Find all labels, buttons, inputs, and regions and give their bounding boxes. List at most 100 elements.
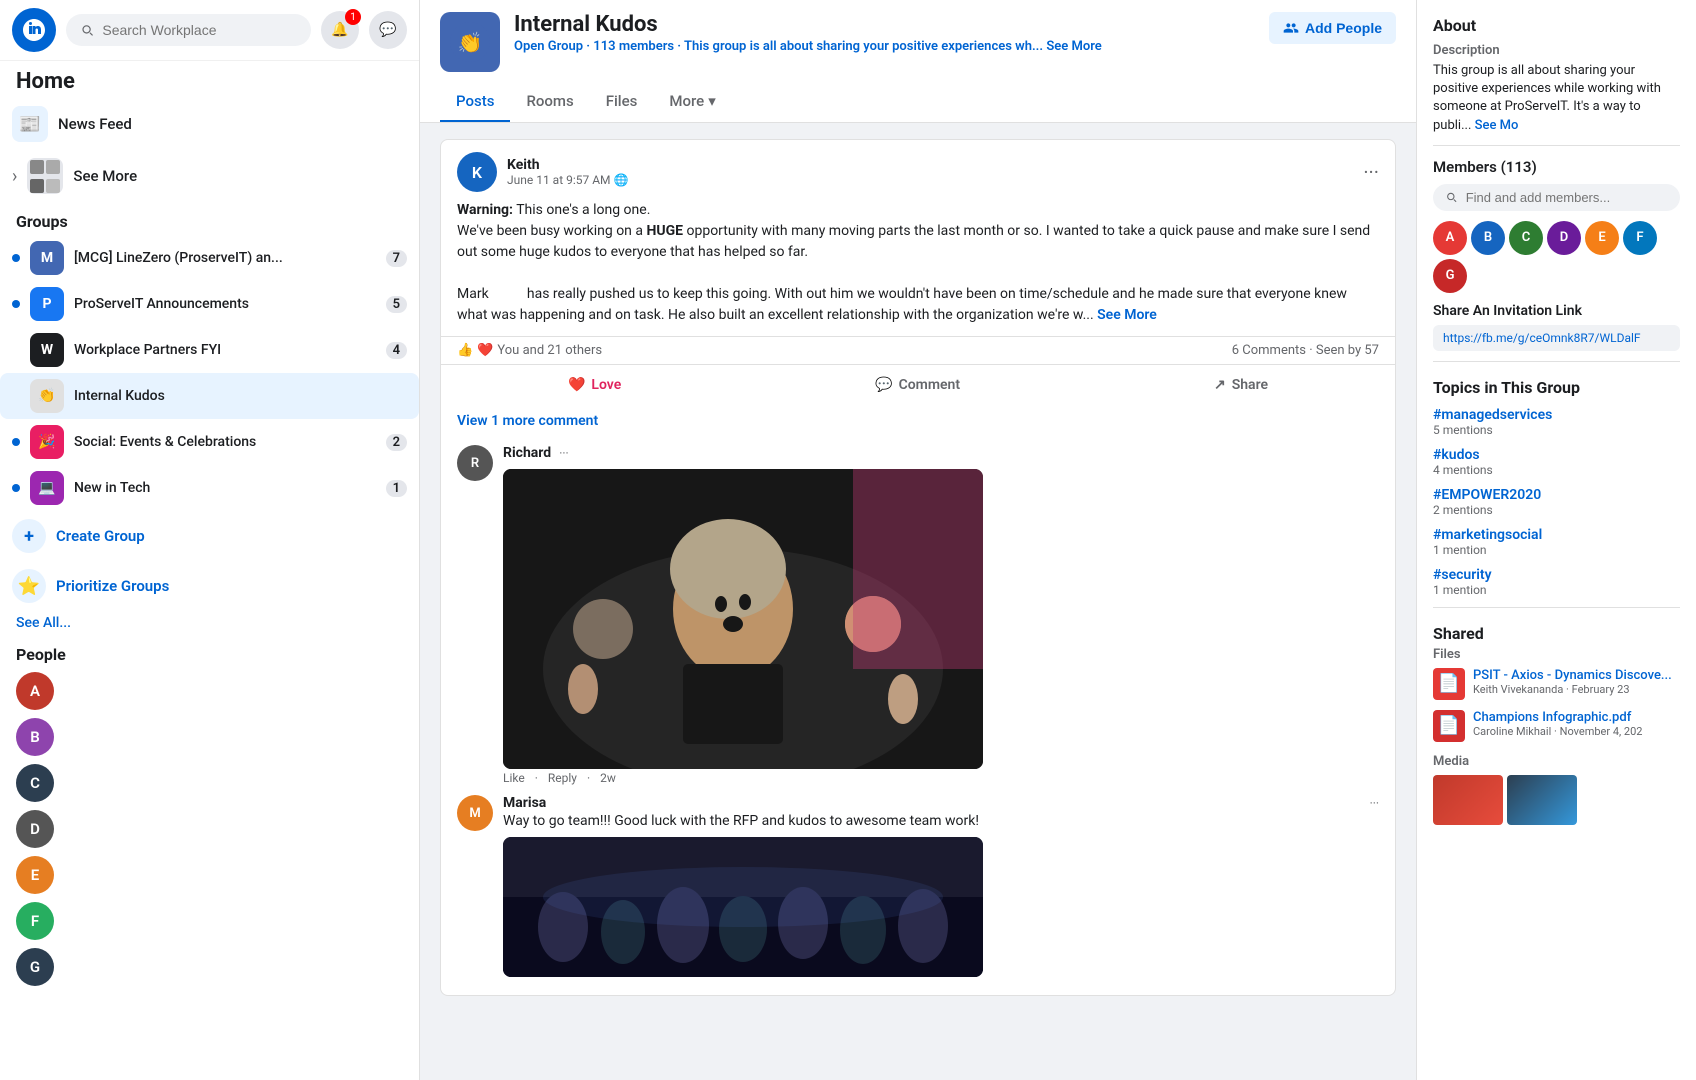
group-item-mcg[interactable]: M [MCG] LineZero (ProserveIT) an... 7 <box>0 235 419 281</box>
search-box[interactable] <box>66 14 311 46</box>
person-row-p4[interactable]: D <box>16 806 403 852</box>
chevron-right-icon: › <box>12 166 17 187</box>
group-name-proserveit: ProServeIT Announcements <box>74 296 376 312</box>
prioritize-icon: ⭐ <box>12 569 46 603</box>
file-item-1[interactable]: 📄 Champions Infographic.pdf Caroline Mik… <box>1433 710 1680 742</box>
topic-mentions-4: 1 mention <box>1433 583 1680 597</box>
comment-btn-label: Comment <box>899 377 960 393</box>
news-feed-label: News Feed <box>58 115 132 133</box>
search-input[interactable] <box>102 22 297 38</box>
groups-title: Groups <box>0 202 419 235</box>
topic-item-3[interactable]: #marketingsocial 1 mention <box>1433 527 1680 557</box>
media-thumbs <box>1433 775 1680 825</box>
prioritize-groups-button[interactable]: ⭐ Prioritize Groups <box>0 561 419 611</box>
file-meta-1: Caroline Mikhail · November 4, 202 <box>1473 725 1642 738</box>
topic-item-1[interactable]: #kudos 4 mentions <box>1433 447 1680 477</box>
like-action[interactable]: Like <box>503 771 525 785</box>
member-avatar-0[interactable]: A <box>1433 221 1467 255</box>
add-people-button[interactable]: Add People <box>1269 12 1396 44</box>
media-thumb-2[interactable] <box>1507 775 1577 825</box>
tab-rooms[interactable]: Rooms <box>510 82 589 122</box>
member-avatar-2[interactable]: C <box>1509 221 1543 255</box>
gif-container <box>503 469 983 769</box>
invite-link-box[interactable]: https://fb.me/g/ceOmnk8R7/WLDalF <box>1433 325 1680 351</box>
group-name-workplace-partners: Workplace Partners FYI <box>74 342 376 358</box>
group-avatar-workplace-partners: W <box>30 333 64 367</box>
topic-tag-0: #managedservices <box>1433 407 1680 423</box>
group-item-social[interactable]: 🎉 Social: Events & Celebrations 2 <box>0 419 419 465</box>
prioritize-label: Prioritize Groups <box>56 577 169 595</box>
person-row-p7[interactable]: G <box>16 944 403 990</box>
see-more-link[interactable]: See More <box>1097 307 1157 323</box>
love-button[interactable]: ❤️ Love <box>552 369 637 401</box>
group-item-workplace-partners[interactable]: W Workplace Partners FYI 4 <box>0 327 419 373</box>
person-row-p5[interactable]: E <box>16 852 403 898</box>
group-item-new-in-tech[interactable]: 💻 New in Tech 1 <box>0 465 419 511</box>
globe-icon: 🌐 <box>614 173 629 187</box>
about-title: About <box>1433 16 1680 35</box>
description-see-more[interactable]: See Mo <box>1475 118 1519 133</box>
member-avatar-4[interactable]: E <box>1585 221 1619 255</box>
media-thumb-1[interactable] <box>1433 775 1503 825</box>
share-button[interactable]: ↗ Share <box>1198 369 1284 401</box>
member-avatar-1[interactable]: B <box>1471 221 1505 255</box>
chat-icon[interactable]: 💬 <box>369 11 407 49</box>
post-author-name: Keith <box>507 157 628 173</box>
member-avatar-6[interactable]: G <box>1433 259 1467 293</box>
description-label: Description <box>1433 43 1680 58</box>
see-all-groups[interactable]: See All... <box>0 611 419 635</box>
tab-posts[interactable]: Posts <box>440 82 510 122</box>
marisa-more[interactable]: ··· <box>1370 796 1379 810</box>
post-date: June 11 at 9:57 AM <box>507 173 611 187</box>
tab-more-label: More <box>669 92 704 110</box>
view-more-comments[interactable]: View 1 more comment <box>441 405 1395 437</box>
richard-avatar: R <box>457 445 493 481</box>
topic-item-4[interactable]: #security 1 mention <box>1433 567 1680 597</box>
gif-image <box>503 469 983 769</box>
richard-comment-content: Richard ··· <box>503 445 1379 785</box>
tab-files[interactable]: Files <box>590 82 654 122</box>
see-more-item[interactable]: › See More <box>0 150 419 202</box>
topic-tag-2: #EMPOWER2020 <box>1433 487 1680 503</box>
member-avatar-5[interactable]: F <box>1623 221 1657 255</box>
comment-button[interactable]: 💬 Comment <box>859 369 976 401</box>
create-group-button[interactable]: + Create Group <box>0 511 419 561</box>
member-search-box[interactable] <box>1433 184 1680 211</box>
group-dot <box>12 300 20 308</box>
dot-sep: · <box>535 771 538 785</box>
person-row-p3[interactable]: C <box>16 760 403 806</box>
people-list: ABCDEFG <box>0 668 419 990</box>
topic-mentions-2: 2 mentions <box>1433 503 1680 517</box>
news-feed-item[interactable]: 📰 News Feed <box>0 98 419 150</box>
notifications-icon[interactable]: 🔔 1 <box>321 11 359 49</box>
file-item-0[interactable]: 📄 PSIT - Axios - Dynamics Discove... Kei… <box>1433 668 1680 700</box>
media-section: Media <box>1433 754 1680 825</box>
richard-comment-header: Richard ··· <box>503 445 1379 461</box>
person-avatar-p4: D <box>16 810 54 848</box>
group-item-internal-kudos[interactable]: 👏 Internal Kudos <box>0 373 419 419</box>
member-avatar-3[interactable]: D <box>1547 221 1581 255</box>
workplace-logo[interactable] <box>12 8 56 52</box>
feed-container: K Keith June 11 at 9:57 AM 🌐 ··· Warning… <box>420 123 1416 1080</box>
person-avatar-p7: G <box>16 948 54 986</box>
member-search-input[interactable] <box>1466 190 1668 205</box>
group-item-proserveit[interactable]: P ProServeIT Announcements 5 <box>0 281 419 327</box>
see-more-link[interactable]: See More <box>1046 39 1101 54</box>
comment-row-marisa: M Marisa ··· Way to go team!!! Good luck… <box>457 795 1379 977</box>
person-row-p6[interactable]: F <box>16 898 403 944</box>
post-menu-button[interactable]: ··· <box>1363 160 1379 184</box>
group-avatar-new-in-tech: 💻 <box>30 471 64 505</box>
tab-more[interactable]: More ▾ <box>653 82 731 122</box>
more-icon[interactable]: ··· <box>559 446 568 460</box>
post-time: June 11 at 9:57 AM 🌐 <box>507 173 628 187</box>
news-feed-icon: 📰 <box>12 106 48 142</box>
group-dot <box>12 254 20 262</box>
person-row-p2[interactable]: B <box>16 714 403 760</box>
svg-text:👏: 👏 <box>458 30 483 54</box>
topic-item-2[interactable]: #EMPOWER2020 2 mentions <box>1433 487 1680 517</box>
members-section: Members (113) ABCDEFG Share An Invitatio… <box>1433 158 1680 351</box>
reply-action[interactable]: Reply <box>548 771 577 785</box>
person-row-p1[interactable]: A <box>16 668 403 714</box>
topic-item-0[interactable]: #managedservices 5 mentions <box>1433 407 1680 437</box>
group-meta: Open Group · 113 members · This group is… <box>514 39 1255 54</box>
